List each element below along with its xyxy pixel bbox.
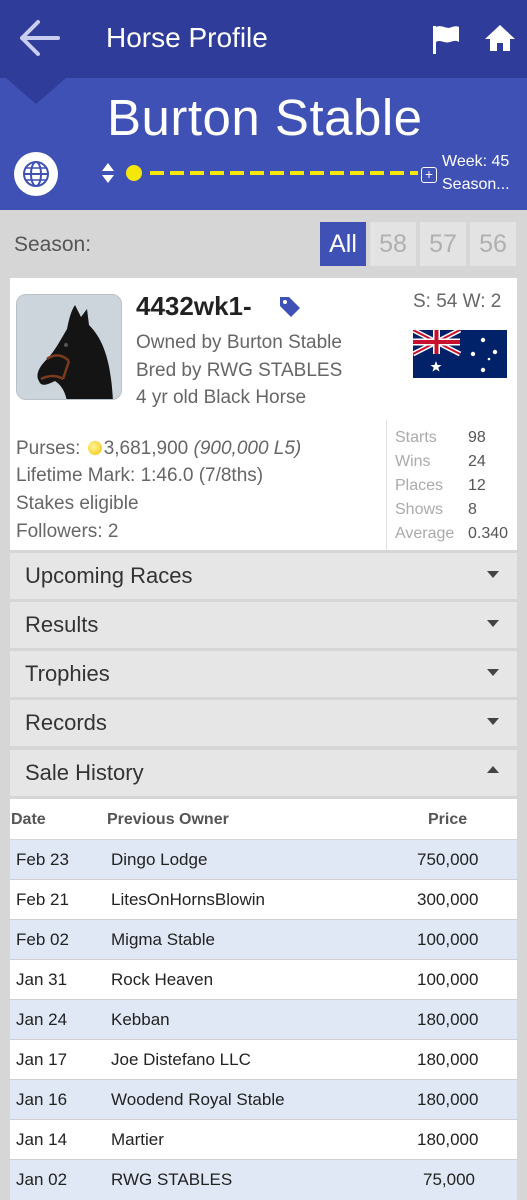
sale-price: 180,000	[417, 1050, 479, 1069]
sale-owner: Woodend Royal Stable	[111, 1090, 285, 1109]
stable-name: Burton Stable	[107, 89, 423, 146]
column-header-owner[interactable]: Previous Owner	[107, 810, 229, 830]
sale-price: 750,000	[417, 850, 479, 869]
purses-l5: (900,000 L5)	[193, 438, 302, 459]
sale-owner: Dingo Lodge	[111, 850, 208, 869]
table-row[interactable]: Feb 02 Migma Stable 100,000	[10, 920, 517, 959]
chevron-up-icon	[487, 766, 499, 773]
sale-price: 180,000	[417, 1130, 479, 1149]
stat-label-shows: Shows	[395, 501, 444, 518]
column-header-price[interactable]: Price	[428, 810, 467, 830]
sale-price: 300,000	[417, 890, 479, 909]
chevron-down-icon	[487, 620, 499, 627]
section-label: Results	[25, 612, 99, 637]
australia-flag-icon	[411, 327, 507, 378]
sale-date: Feb 02	[16, 930, 69, 949]
season-filter-label: Season:	[14, 233, 92, 256]
sale-date: Jan 16	[16, 1090, 68, 1109]
sale-owner: Kebban	[111, 1010, 170, 1029]
section-results[interactable]: Results	[10, 602, 517, 648]
stat-value-shows: 8	[468, 501, 477, 518]
chevron-down-icon	[487, 571, 499, 578]
section-label: Trophies	[25, 661, 110, 686]
expand-plus-icon[interactable]: +	[421, 167, 437, 183]
chevron-down-icon	[487, 669, 499, 676]
season-tab-58[interactable]: 58	[370, 222, 416, 266]
stat-value-average: 0.340	[468, 525, 509, 542]
sale-date: Feb 21	[16, 890, 69, 909]
section-label: Sale History	[25, 760, 144, 785]
table-row[interactable]: Jan 24 Kebban 180,000	[10, 1000, 517, 1039]
season-tab-57[interactable]: 57	[420, 222, 466, 266]
starts-wins-summary: S: 54 W: 2	[413, 291, 502, 312]
sale-owner: Rock Heaven	[111, 970, 214, 989]
page-title: Horse Profile	[106, 22, 268, 53]
stakes-eligible: Stakes eligible	[16, 493, 139, 514]
table-row[interactable]: Jan 02 RWG STABLES 75,000	[10, 1160, 517, 1200]
tag-icon[interactable]	[278, 294, 302, 318]
sale-price: 180,000	[417, 1090, 479, 1109]
horse-avatar[interactable]	[16, 294, 122, 400]
horse-name: 4432wk1-	[136, 291, 252, 321]
season-timeline-slider[interactable]	[124, 163, 418, 183]
sale-date: Jan 24	[16, 1010, 68, 1029]
sale-owner: LitesOnHornsBlowin	[111, 890, 266, 909]
sale-price: 180,000	[417, 1010, 479, 1029]
purses-label: Purses:	[16, 438, 81, 459]
section-label: Records	[25, 710, 107, 735]
sale-price: 100,000	[417, 930, 479, 949]
season-tab-all[interactable]: All	[320, 222, 366, 266]
flag-icon[interactable]	[428, 22, 464, 56]
stat-value-starts: 98	[468, 429, 486, 446]
sale-date: Jan 17	[16, 1050, 68, 1069]
stat-value-places: 12	[468, 477, 486, 494]
section-trophies[interactable]: Trophies	[10, 651, 517, 697]
sale-price: 100,000	[417, 970, 479, 989]
stat-label-average: Average	[395, 525, 455, 542]
home-icon[interactable]	[482, 20, 518, 56]
section-sale-history[interactable]: Sale History	[10, 750, 517, 796]
chevron-down-icon	[487, 718, 499, 725]
stat-label-places: Places	[395, 477, 444, 494]
season-tab-56[interactable]: 56	[470, 222, 516, 266]
purses-value: 3,681,900	[103, 438, 189, 459]
section-label: Upcoming Races	[25, 563, 193, 588]
section-upcoming-races[interactable]: Upcoming Races	[10, 553, 517, 599]
season-label[interactable]: Season...	[442, 174, 510, 196]
sort-arrows-icon[interactable]	[100, 161, 116, 185]
sale-price: 75,000	[423, 1170, 475, 1189]
sale-date: Feb 23	[16, 850, 69, 869]
stats-divider	[386, 420, 387, 550]
column-header-date[interactable]: Date	[11, 810, 46, 830]
sale-date: Jan 14	[16, 1130, 68, 1149]
coin-icon	[87, 441, 102, 455]
lifetime-mark: Lifetime Mark: 1:46.0 (7/8ths)	[16, 465, 264, 486]
sale-owner: Martier	[111, 1130, 164, 1149]
stat-label-wins: Wins	[395, 453, 431, 470]
table-row[interactable]: Feb 21 LitesOnHornsBlowin 300,000	[10, 880, 517, 919]
section-records[interactable]: Records	[10, 700, 517, 746]
owner-line[interactable]: Owned by Burton Stable	[136, 331, 342, 355]
table-row[interactable]: Feb 23 Dingo Lodge 750,000	[10, 840, 517, 879]
sale-date: Jan 02	[16, 1170, 68, 1189]
week-label: Week: 45	[442, 153, 510, 170]
breeder-line[interactable]: Bred by RWG STABLES	[136, 359, 342, 383]
globe-icon[interactable]	[14, 152, 58, 196]
stat-label-starts: Starts	[395, 429, 437, 446]
back-arrow-icon[interactable]	[18, 16, 64, 60]
sale-owner: Migma Stable	[111, 930, 215, 949]
sale-date: Jan 31	[16, 970, 68, 989]
table-row[interactable]: Jan 14 Martier 180,000	[10, 1120, 517, 1159]
table-row[interactable]: Jan 16 Woodend Royal Stable 180,000	[10, 1080, 517, 1119]
purses-line: Purses: 3,681,900 (900,000 L5)	[16, 437, 301, 461]
horse-description: 4 yr old Black Horse	[136, 387, 307, 408]
sale-owner: Joe Distefano LLC	[111, 1050, 251, 1069]
table-row[interactable]: Jan 17 Joe Distefano LLC 180,000	[10, 1040, 517, 1079]
table-row[interactable]: Jan 31 Rock Heaven 100,000	[10, 960, 517, 999]
sale-owner: RWG STABLES	[111, 1170, 233, 1189]
stat-value-wins: 24	[468, 453, 486, 470]
header-notch	[6, 78, 66, 104]
followers-count[interactable]: Followers: 2	[16, 520, 118, 544]
